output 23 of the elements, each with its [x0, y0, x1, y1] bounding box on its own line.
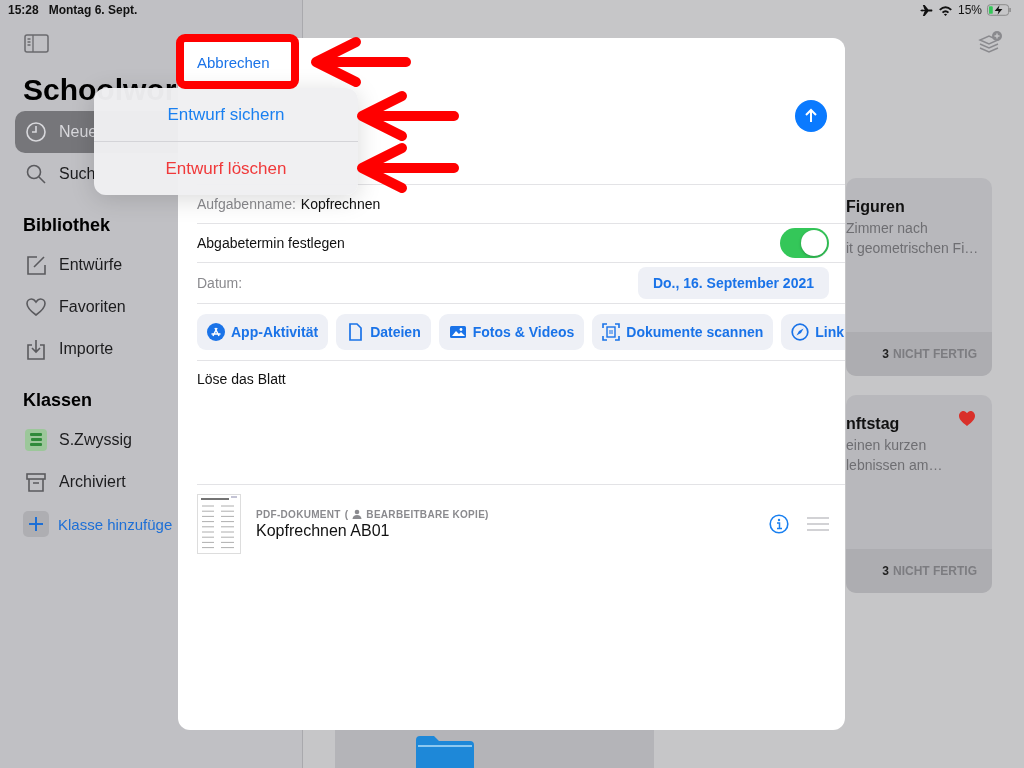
card-description: Zimmer nach	[846, 220, 929, 236]
file-type: PDF-DOKUMENT	[256, 508, 341, 520]
status-time: 15:28	[8, 3, 39, 17]
status-count: 3	[882, 347, 889, 361]
card-description: it geometrischen Fi…	[846, 240, 980, 256]
status-date: Montag 6. Sept.	[48, 3, 138, 17]
file-access: BEARBEITBARE KOPIE)	[366, 508, 489, 520]
card-description: einen kurzen	[846, 437, 928, 453]
field-value: Kopfrechnen	[300, 196, 381, 212]
battery-percentage: 15%	[957, 3, 982, 17]
section-header: Klassen	[23, 390, 94, 411]
status-count: 3	[882, 564, 889, 578]
toggle-label: Abgabetermin festlegen	[197, 235, 345, 251]
card-title: Figuren	[846, 198, 906, 216]
card-title: nftstag	[846, 415, 901, 433]
section-header: Bibliothek	[23, 215, 111, 236]
instructions-text: Löse das Blatt	[197, 361, 845, 485]
app-title: Schoolwor	[23, 73, 178, 107]
card-description: lebnissen am…	[846, 457, 944, 473]
parenthesis: (	[344, 508, 349, 520]
file-name: Kopfrechnen AB01	[256, 521, 391, 540]
field-label: Datum:	[197, 275, 243, 291]
field-label: Aufgabenname:	[197, 196, 296, 212]
